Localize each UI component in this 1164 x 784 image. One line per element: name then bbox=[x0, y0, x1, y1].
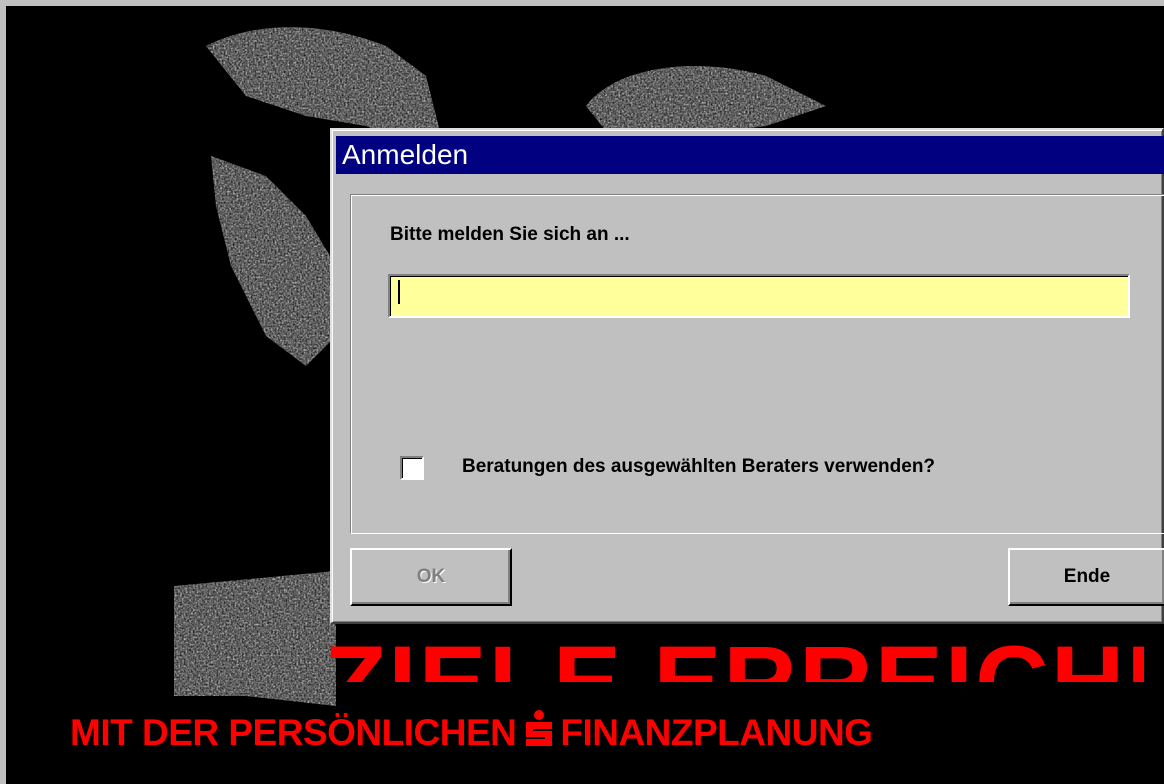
headline-text: ZIELE ERREICHEN bbox=[324, 625, 1144, 682]
tagline: MIT DER PERSÖNLICHEN FINANZPLANUNG bbox=[70, 708, 1150, 758]
end-button[interactable]: Ende bbox=[1008, 548, 1164, 606]
ok-button[interactable]: OK bbox=[350, 548, 512, 606]
sparkasse-s-logo-icon bbox=[524, 709, 554, 757]
ok-button-label: OK bbox=[416, 566, 446, 587]
text-caret bbox=[398, 280, 400, 304]
login-prompt: Bitte melden Sie sich an ... bbox=[390, 224, 630, 245]
login-dialog: Anmelden Bitte melden Sie sich an ... Be… bbox=[330, 128, 1164, 624]
tagline-right: FINANZPLANUNG bbox=[560, 712, 873, 753]
use-advisor-checkbox[interactable] bbox=[400, 456, 424, 480]
tagline-left: MIT DER PERSÖNLICHEN bbox=[70, 712, 517, 753]
login-input[interactable] bbox=[388, 274, 1130, 318]
dialog-title: Anmelden bbox=[342, 139, 469, 170]
use-advisor-checkbox-label[interactable]: Beratungen des ausgewählten Beraters ver… bbox=[462, 456, 935, 478]
screen: ZIELE ERREICHEN MIT DER PERSÖNLICHEN FIN… bbox=[0, 0, 1164, 784]
end-button-label: Ende bbox=[1063, 566, 1111, 587]
dialog-titlebar[interactable]: Anmelden bbox=[336, 136, 1164, 174]
